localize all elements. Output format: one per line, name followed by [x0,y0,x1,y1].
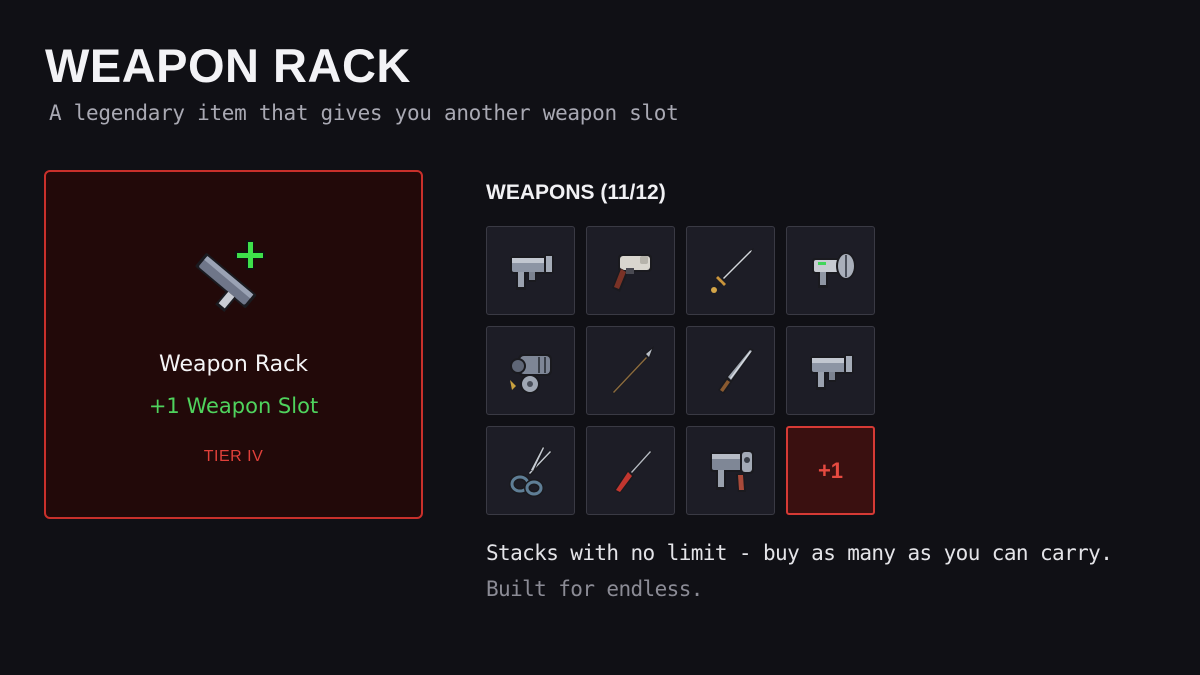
weapon-slot-screwdriver[interactable] [586,426,675,515]
scissors-icon [508,445,552,497]
weapon-slot-scissors[interactable] [486,426,575,515]
smg-icon [809,353,854,390]
weapon-slot-smg[interactable] [486,226,575,315]
laser-pistol-icon [811,251,856,288]
page-subtitle: A legendary item that gives you another … [49,101,679,125]
spear-icon [611,345,654,394]
heavy-pistol-icon [709,449,754,492]
weapon-slot-heavy-pistol[interactable] [686,426,775,515]
smg-icon [509,253,554,290]
weapon-slot-sword[interactable] [686,226,775,315]
weapon-slot-smg-2[interactable] [786,326,875,415]
knife-icon [717,347,754,394]
weapon-slot-minigun[interactable] [486,326,575,415]
item-effect: +1 Weapon Slot [148,394,319,418]
revolver-icon [611,253,652,292]
item-card[interactable] [44,170,423,519]
page-title: WEAPON RACK [45,39,411,92]
weapon-rack-icon [195,240,265,312]
weapon-slot-revolver[interactable] [586,226,675,315]
weapons-header: WEAPONS (11/12) [486,181,666,204]
weapon-slot-knife[interactable] [686,326,775,415]
endless-note: Built for endless. [486,577,703,601]
item-tier-badge: TIER IV [203,448,264,465]
minigun-icon [509,353,552,394]
screwdriver-icon [613,449,652,494]
weapon-slot-laser-pistol[interactable] [786,226,875,315]
weapon-slot-spear[interactable] [586,326,675,415]
item-name: Weapon Rack [159,352,308,377]
sword-icon [710,247,754,293]
extra-weapon-slot[interactable]: +1 [786,426,875,515]
extra-slot-label: +1 [817,457,844,483]
stacking-note: Stacks with no limit - buy as many as yo… [486,541,1113,565]
